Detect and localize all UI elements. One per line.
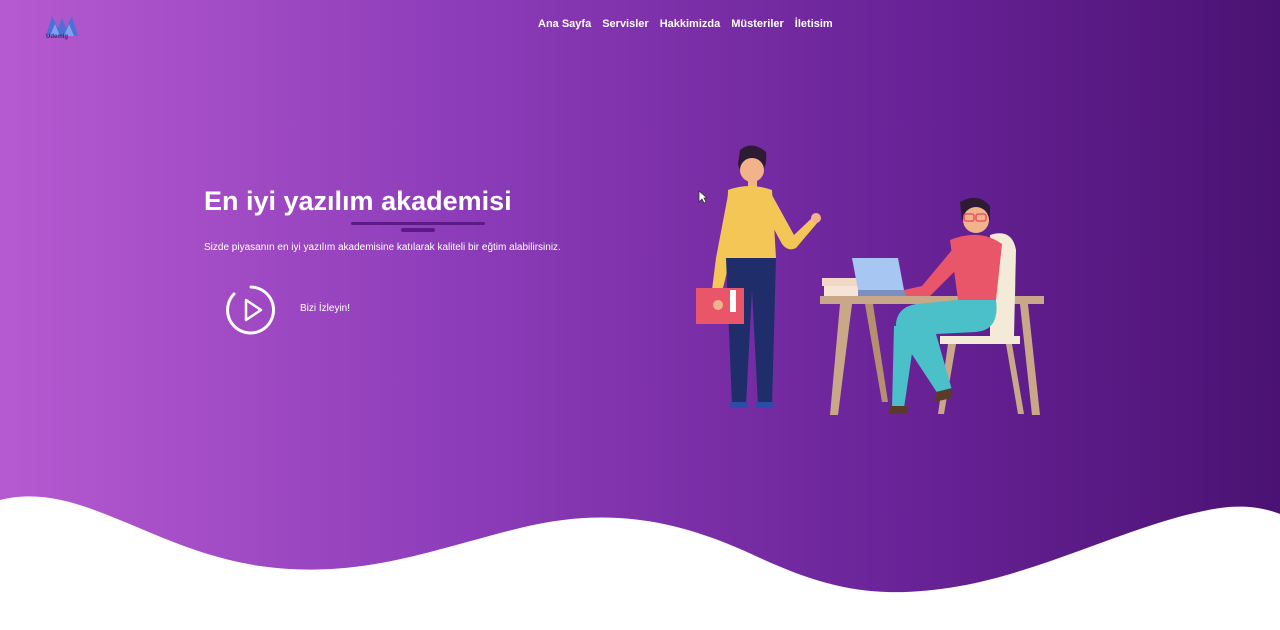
nav-menu: Ana Sayfa Servisler Hakkimizda Müsterile… — [538, 18, 833, 30]
title-underline-accent — [401, 228, 435, 232]
office-illustration — [696, 145, 1044, 415]
mouse-cursor-icon — [698, 190, 708, 204]
hero-subtitle: Sizde piyasanın en iyi yazılım akademisi… — [204, 242, 561, 253]
navbar: Udemig Ana Sayfa Servisler Hakkimizda Mü… — [0, 0, 1280, 48]
nav-item-home[interactable]: Ana Sayfa — [538, 18, 591, 30]
nav-item-contact[interactable]: İletisim — [795, 18, 833, 30]
title-underline — [351, 222, 485, 225]
logo-text: Udemig — [46, 34, 69, 40]
watch-us-link[interactable]: Bizi İzleyin! — [300, 303, 350, 314]
hero-title: En iyi yazılım akademisi — [204, 186, 512, 216]
bottom-wave — [0, 496, 1280, 630]
play-icon — [244, 298, 263, 322]
hero-section: Udemig Ana Sayfa Servisler Hakkimizda Mü… — [0, 0, 1280, 630]
nav-item-about[interactable]: Hakkimizda — [660, 18, 721, 30]
nav-item-services[interactable]: Servisler — [602, 18, 648, 30]
play-button[interactable] — [226, 285, 276, 335]
nav-item-customers[interactable]: Müsteriler — [731, 18, 784, 30]
